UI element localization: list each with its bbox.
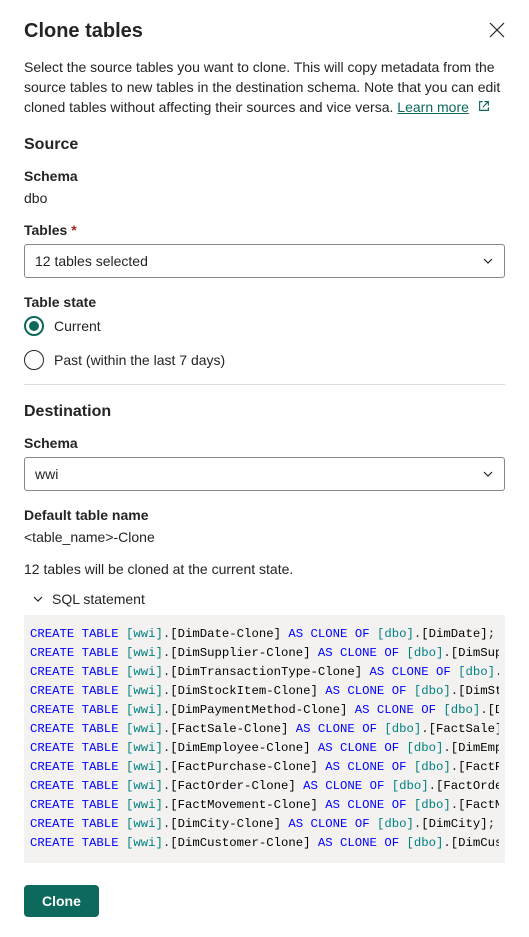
- source-heading: Source: [24, 136, 505, 154]
- tables-label: Tables *: [24, 222, 505, 238]
- status-text: 12 tables will be cloned at the current …: [24, 561, 505, 577]
- sql-line: CREATE TABLE [wwi].[DimTransactionType-C…: [30, 663, 499, 682]
- chevron-down-icon: [32, 593, 44, 605]
- required-indicator: *: [71, 222, 76, 238]
- sql-line: CREATE TABLE [wwi].[FactPurchase-Clone] …: [30, 758, 499, 777]
- radio-current[interactable]: Current: [24, 316, 505, 336]
- default-table-name-label: Default table name: [24, 507, 505, 523]
- tables-dropdown[interactable]: 12 tables selected: [24, 244, 505, 278]
- sql-code-block: CREATE TABLE [wwi].[DimDate-Clone] AS CL…: [24, 615, 505, 863]
- destination-schema-label: Schema: [24, 435, 505, 451]
- sql-statement-heading: SQL statement: [52, 591, 145, 607]
- sql-line: CREATE TABLE [wwi].[DimSupplier-Clone] A…: [30, 644, 499, 663]
- tables-dropdown-value: 12 tables selected: [35, 253, 148, 269]
- chevron-down-icon: [482, 468, 494, 480]
- destination-heading: Destination: [24, 403, 505, 421]
- sql-line: CREATE TABLE [wwi].[DimEmployee-Clone] A…: [30, 739, 499, 758]
- sql-line: CREATE TABLE [wwi].[FactOrder-Clone] AS …: [30, 777, 499, 796]
- radio-current-label: Current: [54, 318, 101, 334]
- close-icon: [489, 22, 505, 38]
- sql-line: CREATE TABLE [wwi].[DimDate-Clone] AS CL…: [30, 625, 499, 644]
- default-table-name-value: <table_name>-Clone: [24, 529, 505, 545]
- sql-statement-toggle[interactable]: SQL statement: [24, 591, 505, 607]
- page-title: Clone tables: [24, 20, 143, 43]
- clone-button[interactable]: Clone: [24, 885, 99, 917]
- description-text: Select the source tables you want to clo…: [24, 57, 505, 118]
- radio-past-label: Past (within the last 7 days): [54, 352, 225, 368]
- source-schema-label: Schema: [24, 168, 505, 184]
- source-schema-value: dbo: [24, 190, 505, 206]
- sql-line: CREATE TABLE [wwi].[FactMovement-Clone] …: [30, 796, 499, 815]
- destination-schema-dropdown[interactable]: wwi: [24, 457, 505, 491]
- sql-line: CREATE TABLE [wwi].[DimPaymentMethod-Clo…: [30, 701, 499, 720]
- radio-current-indicator: [24, 316, 44, 336]
- chevron-down-icon: [482, 255, 494, 267]
- radio-past-indicator: [24, 350, 44, 370]
- table-state-label: Table state: [24, 294, 505, 310]
- divider: [24, 384, 505, 385]
- sql-line: CREATE TABLE [wwi].[DimCustomer-Clone] A…: [30, 834, 499, 853]
- sql-line: CREATE TABLE [wwi].[DimCity-Clone] AS CL…: [30, 815, 499, 834]
- sql-line: CREATE TABLE [wwi].[FactSale-Clone] AS C…: [30, 720, 499, 739]
- tables-label-text: Tables: [24, 222, 67, 238]
- learn-more-link[interactable]: Learn more: [397, 99, 469, 115]
- destination-schema-value: wwi: [35, 466, 58, 482]
- external-link-icon: [477, 98, 491, 118]
- radio-past[interactable]: Past (within the last 7 days): [24, 350, 505, 370]
- sql-line: CREATE TABLE [wwi].[DimStockItem-Clone] …: [30, 682, 499, 701]
- close-button[interactable]: [489, 22, 505, 41]
